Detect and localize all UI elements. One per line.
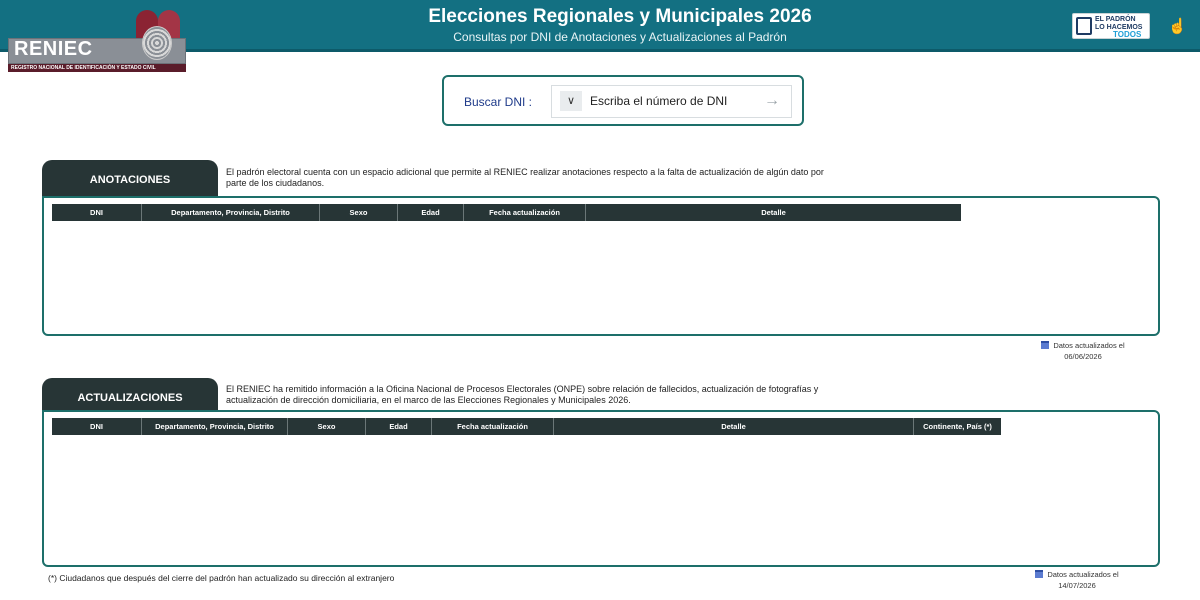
col-ubicacion: Departamento, Provincia, Distrito xyxy=(142,418,288,435)
badge-line-1: EL PADRÓN xyxy=(1095,16,1136,23)
col-edad: Edad xyxy=(366,418,432,435)
col-detalle: Detalle xyxy=(554,418,914,435)
calendar-icon xyxy=(1035,570,1044,578)
col-dni: DNI xyxy=(52,418,142,435)
hand-pointer-icon[interactable]: ☝ xyxy=(1168,18,1187,36)
col-sexo: Sexo xyxy=(320,204,398,221)
badge-line-3: TODOS xyxy=(1113,30,1142,39)
col-fecha: Fecha actualización xyxy=(432,418,554,435)
anotaciones-table-header: DNI Departamento, Provincia, Distrito Se… xyxy=(52,204,961,221)
col-ubicacion: Departamento, Provincia, Distrito xyxy=(142,204,320,221)
actualizaciones-table-panel: DNI Departamento, Provincia, Distrito Se… xyxy=(42,410,1160,567)
arrow-right-icon[interactable]: → xyxy=(764,91,780,111)
dni-search-input[interactable]: ∨ Escriba el número de DNI → xyxy=(551,85,792,118)
search-placeholder[interactable]: Escriba el número de DNI xyxy=(590,94,727,108)
padron-badge-logo: EL PADRÓN LO HACEMOS TODOS xyxy=(1072,13,1150,39)
calendar-icon xyxy=(1041,341,1050,349)
reniec-logo: RENIEC REGISTRO NACIONAL DE IDENTIFICACI… xyxy=(8,8,188,72)
logo-wordmark: RENIEC xyxy=(14,38,93,60)
updated-label: Datos actualizados el xyxy=(1047,570,1119,579)
updated-label: Datos actualizados el xyxy=(1053,341,1125,350)
checklist-icon xyxy=(1076,17,1092,35)
actualizaciones-description: El RENIEC ha remitido información a la O… xyxy=(226,384,819,405)
col-dni: DNI xyxy=(52,204,142,221)
anotaciones-table-panel: DNI Departamento, Provincia, Distrito Se… xyxy=(42,196,1160,336)
footnote: (*) Ciudadanos que después del cierre de… xyxy=(48,573,395,583)
col-detalle: Detalle xyxy=(761,208,786,217)
updated-date: 06/06/2026 xyxy=(1064,352,1102,361)
anotaciones-updated: Datos actualizados el 06/06/2026 xyxy=(1028,340,1138,362)
search-label: Buscar DNI : xyxy=(464,95,533,109)
col-fecha: Fecha actualización xyxy=(464,204,586,221)
search-card: Buscar DNI : ∨ Escriba el número de DNI … xyxy=(442,75,804,126)
chevron-down-icon[interactable]: ∨ xyxy=(560,91,582,111)
col-continente-pais: Continente, País (*) xyxy=(923,422,992,431)
anotaciones-description: El padrón electoral cuenta con un espaci… xyxy=(226,167,824,188)
updated-date: 14/07/2026 xyxy=(1058,581,1096,590)
actualizaciones-table-header: DNI Departamento, Provincia, Distrito Se… xyxy=(52,418,1001,435)
logo-tagline: REGISTRO NACIONAL DE IDENTIFICACIÓN Y ES… xyxy=(11,65,156,71)
page: Elecciones Regionales y Municipales 2026… xyxy=(0,0,1200,600)
col-edad: Edad xyxy=(398,204,464,221)
actualizaciones-updated: Datos actualizados el 14/07/2026 xyxy=(1022,569,1132,591)
col-sexo: Sexo xyxy=(288,418,366,435)
fingerprint-icon xyxy=(142,26,172,60)
